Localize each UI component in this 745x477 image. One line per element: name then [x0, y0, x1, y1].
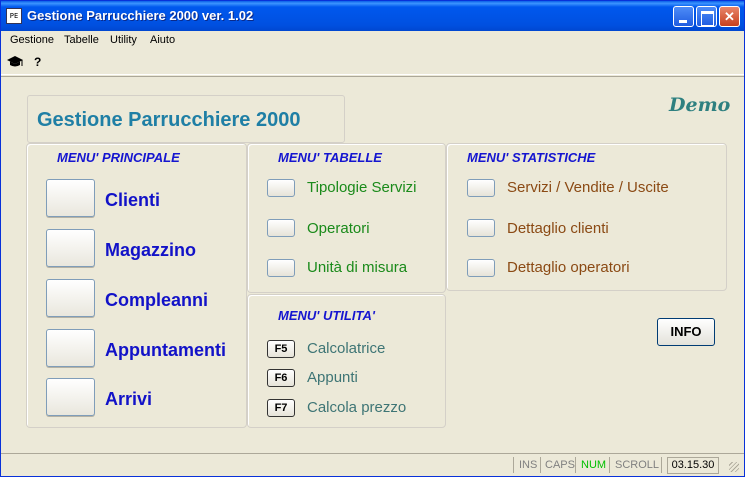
clienti-label: Clienti: [105, 190, 161, 210]
tipologie-servizi-button[interactable]: [267, 179, 295, 197]
operatori-label: Operatori: [307, 220, 370, 237]
app-icon[interactable]: PE: [6, 8, 22, 24]
arrivi-label: Arrivi: [105, 389, 153, 409]
servizi-vendite-uscite-button[interactable]: [467, 179, 495, 197]
close-button[interactable]: ✕: [719, 6, 740, 27]
status-clock: 03.15.30: [667, 457, 719, 474]
clienti-button[interactable]: [46, 179, 95, 217]
stats-menu-panel: MENU' STATISTICHE Servizi / Vendite / Us…: [446, 143, 727, 291]
tables-menu-title: MENU' TABELLE: [278, 150, 382, 165]
app-window: PE Gestione Parrucchiere 2000 ver. 1.02 …: [0, 0, 745, 477]
maximize-button[interactable]: [696, 6, 717, 27]
status-separator: [661, 457, 662, 473]
main-menu-title: MENU' PRINCIPALE: [57, 150, 180, 165]
dettaglio-operatori-label: Dettaglio operatori: [507, 259, 630, 276]
menu-aiuto[interactable]: Aiuto: [150, 34, 175, 46]
compleanni-button[interactable]: [46, 279, 95, 317]
toolbar-divider: [1, 76, 744, 77]
utility-menu-panel: MENU' UTILITA' F5 Calcolatrice F6 Appunt…: [247, 294, 446, 428]
f7-key-button[interactable]: F7: [267, 399, 295, 417]
status-separator: [540, 457, 541, 473]
appuntamenti-label: Appuntamenti: [105, 340, 226, 360]
unita-misura-button[interactable]: [267, 259, 295, 277]
arrivi-button[interactable]: [46, 378, 95, 416]
status-caps: CAPS: [545, 459, 575, 471]
calcolatrice-label: Calcolatrice: [307, 340, 386, 357]
tables-menu-panel: MENU' TABELLE Tipologie Servizi Operator…: [247, 143, 446, 293]
compleanni-label: Compleanni: [105, 290, 209, 310]
resize-grip-icon[interactable]: [729, 462, 739, 472]
f5-key-button[interactable]: F5: [267, 340, 295, 358]
calcola-prezzo-label: Calcola prezzo: [307, 399, 407, 416]
unita-misura-label: Unità di misura: [307, 259, 408, 276]
dettaglio-clienti-button[interactable]: [467, 219, 495, 237]
demo-badge: Demo: [669, 94, 731, 116]
appuntamenti-button[interactable]: [46, 329, 95, 367]
menu-utility[interactable]: Utility: [110, 34, 137, 46]
magazzino-label: Magazzino: [105, 240, 197, 260]
servizi-vendite-uscite-label: Servizi / Vendite / Uscite: [507, 179, 669, 196]
close-icon: ✕: [724, 9, 735, 24]
dettaglio-operatori-button[interactable]: [467, 259, 495, 277]
menu-gestione[interactable]: Gestione: [10, 34, 54, 46]
status-separator: [513, 457, 514, 473]
main-menu-panel: MENU' PRINCIPALE Clienti Magazzino Compl…: [26, 143, 247, 428]
menu-tabelle[interactable]: Tabelle: [64, 34, 99, 46]
graduation-cap-icon[interactable]: [7, 55, 23, 72]
status-bar: INS CAPS NUM SCROLL 03.15.30: [1, 453, 744, 476]
status-separator: [609, 457, 610, 473]
utility-menu-title: MENU' UTILITA': [278, 308, 375, 323]
appunti-label: Appunti: [307, 369, 358, 386]
operatori-button[interactable]: [267, 219, 295, 237]
help-icon[interactable]: ?: [34, 55, 41, 69]
dettaglio-clienti-label: Dettaglio clienti: [507, 220, 609, 237]
app-title-box: Gestione Parrucchiere 2000: [27, 95, 345, 143]
stats-menu-title: MENU' STATISTICHE: [467, 150, 596, 165]
status-separator: [575, 457, 576, 473]
menu-bar: Gestione Tabelle Utility Aiuto: [1, 31, 744, 50]
status-num: NUM: [581, 459, 607, 471]
app-title: Gestione Parrucchiere 2000: [37, 109, 301, 131]
status-ins: INS: [519, 459, 538, 471]
status-scroll: SCROLL: [615, 459, 660, 471]
title-bar[interactable]: PE Gestione Parrucchiere 2000 ver. 1.02 …: [1, 1, 744, 31]
info-button[interactable]: INFO: [657, 318, 715, 346]
tipologie-servizi-label: Tipologie Servizi: [307, 179, 417, 196]
magazzino-button[interactable]: [46, 229, 95, 267]
window-title: Gestione Parrucchiere 2000 ver. 1.02: [27, 8, 254, 23]
f6-key-button[interactable]: F6: [267, 369, 295, 387]
toolbar: ?: [1, 51, 744, 75]
minimize-button[interactable]: [673, 6, 694, 27]
